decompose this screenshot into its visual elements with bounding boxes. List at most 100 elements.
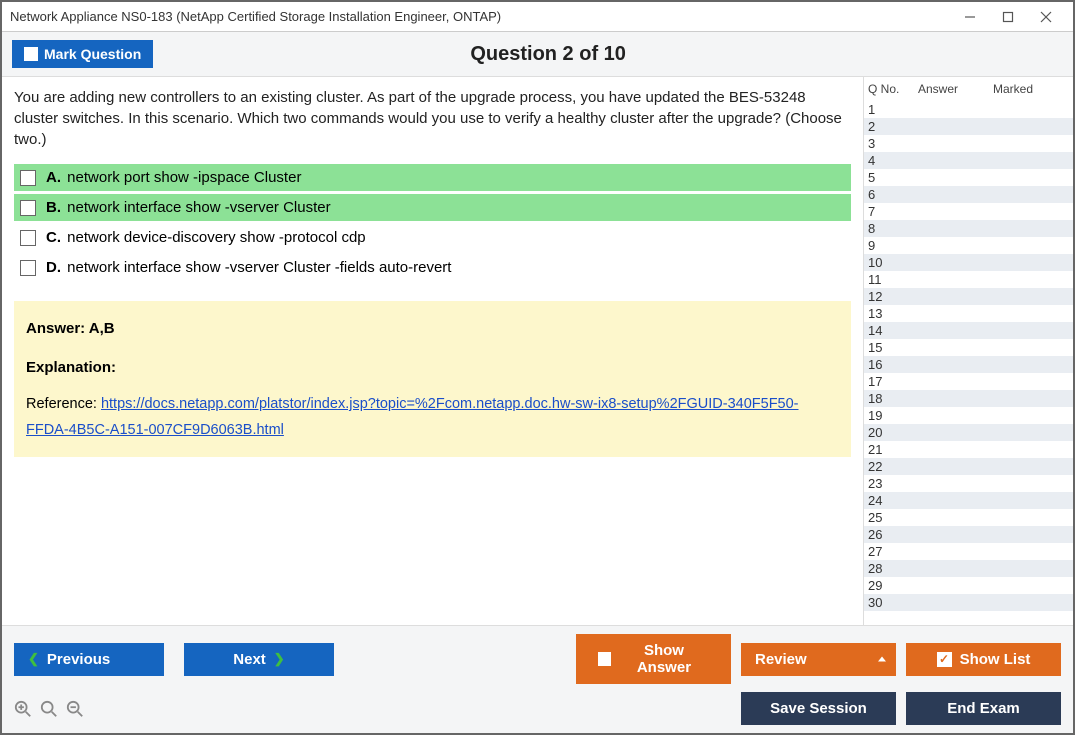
close-button[interactable] <box>1027 4 1065 30</box>
option-row[interactable]: B. network interface show -vserver Clust… <box>14 194 851 221</box>
save-session-button[interactable]: Save Session <box>741 692 896 725</box>
end-exam-label: End Exam <box>947 700 1020 717</box>
question-list[interactable]: 1234567891011121314151617181920212223242… <box>864 101 1073 625</box>
question-number: 28 <box>868 561 918 576</box>
zoom-reset-icon[interactable] <box>40 700 58 718</box>
minimize-button[interactable] <box>951 4 989 30</box>
question-list-row[interactable]: 24 <box>864 492 1073 509</box>
reference-prefix: Reference: <box>26 396 101 412</box>
question-list-row[interactable]: 27 <box>864 543 1073 560</box>
question-number: 22 <box>868 459 918 474</box>
question-list-row[interactable]: 12 <box>864 288 1073 305</box>
end-exam-button[interactable]: End Exam <box>906 692 1061 725</box>
option-body: network port show -ipspace Cluster <box>63 169 301 186</box>
question-list-row[interactable]: 18 <box>864 390 1073 407</box>
question-list-row[interactable]: 19 <box>864 407 1073 424</box>
question-list-row[interactable]: 16 <box>864 356 1073 373</box>
mark-question-label: Mark Question <box>44 46 141 62</box>
option-letter: D. <box>46 259 61 276</box>
option-text: A. network port show -ipspace Cluster <box>46 169 301 186</box>
zoom-controls <box>14 700 84 718</box>
question-number: 12 <box>868 289 918 304</box>
save-session-label: Save Session <box>770 700 867 717</box>
zoom-out-icon[interactable] <box>66 700 84 718</box>
next-button[interactable]: Next ❯ <box>184 643 334 676</box>
question-list-row[interactable]: 17 <box>864 373 1073 390</box>
question-list-row[interactable]: 22 <box>864 458 1073 475</box>
header-answer: Answer <box>918 82 993 96</box>
option-text: B. network interface show -vserver Clust… <box>46 199 331 216</box>
question-number: 2 <box>868 119 918 134</box>
question-list-row[interactable]: 13 <box>864 305 1073 322</box>
options-list: A. network port show -ipspace Cluster B. … <box>14 164 851 281</box>
option-checkbox[interactable] <box>20 170 36 186</box>
question-list-row[interactable]: 28 <box>864 560 1073 577</box>
question-list-row[interactable]: 20 <box>864 424 1073 441</box>
question-number: 8 <box>868 221 918 236</box>
question-list-row[interactable]: 15 <box>864 339 1073 356</box>
answer-box: Answer: A,B Explanation: Reference: http… <box>14 301 851 457</box>
app-window: Network Appliance NS0-183 (NetApp Certif… <box>0 0 1075 735</box>
question-list-row[interactable]: 8 <box>864 220 1073 237</box>
option-row[interactable]: D. network interface show -vserver Clust… <box>14 254 851 281</box>
question-number: 11 <box>868 272 918 287</box>
question-number: 3 <box>868 136 918 151</box>
option-text: D. network interface show -vserver Clust… <box>46 259 451 276</box>
checkbox-icon <box>24 47 38 61</box>
question-list-row[interactable]: 30 <box>864 594 1073 611</box>
review-button[interactable]: Review <box>741 643 896 676</box>
question-list-row[interactable]: 7 <box>864 203 1073 220</box>
question-list-row[interactable]: 9 <box>864 237 1073 254</box>
question-list-row[interactable]: 23 <box>864 475 1073 492</box>
question-list-row[interactable]: 4 <box>864 152 1073 169</box>
previous-label: Previous <box>47 651 110 668</box>
question-list-row[interactable]: 10 <box>864 254 1073 271</box>
option-row[interactable]: A. network port show -ipspace Cluster <box>14 164 851 191</box>
question-number: 29 <box>868 578 918 593</box>
question-number: 15 <box>868 340 918 355</box>
title-bar: Network Appliance NS0-183 (NetApp Certif… <box>2 2 1073 32</box>
question-list-row[interactable]: 6 <box>864 186 1073 203</box>
window-title: Network Appliance NS0-183 (NetApp Certif… <box>10 9 951 24</box>
previous-button[interactable]: ❮ Previous <box>14 643 164 676</box>
question-list-row[interactable]: 2 <box>864 118 1073 135</box>
question-number: 25 <box>868 510 918 525</box>
question-list-row[interactable]: 21 <box>864 441 1073 458</box>
answer-line: Answer: A,B <box>26 315 839 342</box>
question-list-row[interactable]: 29 <box>864 577 1073 594</box>
show-list-button[interactable]: ✓ Show List <box>906 643 1061 676</box>
review-label: Review <box>755 651 807 668</box>
question-pane: You are adding new controllers to an exi… <box>2 77 863 625</box>
reference-link[interactable]: https://docs.netapp.com/platstor/index.j… <box>26 396 799 438</box>
show-answer-button[interactable]: Show Answer <box>576 634 731 684</box>
option-letter: C. <box>46 229 61 246</box>
chevron-left-icon: ❮ <box>28 651 39 667</box>
question-number: 4 <box>868 153 918 168</box>
option-body: network device-discovery show -protocol … <box>63 229 366 246</box>
question-number: 9 <box>868 238 918 253</box>
option-checkbox[interactable] <box>20 230 36 246</box>
question-list-row[interactable]: 1 <box>864 101 1073 118</box>
main-area: You are adding new controllers to an exi… <box>2 77 1073 625</box>
question-list-row[interactable]: 3 <box>864 135 1073 152</box>
option-body: network interface show -vserver Cluster <box>63 199 331 216</box>
chevron-right-icon: ❯ <box>274 651 285 667</box>
question-list-row[interactable]: 14 <box>864 322 1073 339</box>
option-text: C. network device-discovery show -protoc… <box>46 229 366 246</box>
option-row[interactable]: C. network device-discovery show -protoc… <box>14 224 851 251</box>
option-checkbox[interactable] <box>20 260 36 276</box>
option-checkbox[interactable] <box>20 200 36 216</box>
question-counter: Question 2 of 10 <box>153 43 1063 66</box>
question-list-pane: Q No. Answer Marked 12345678910111213141… <box>863 77 1073 625</box>
question-list-row[interactable]: 11 <box>864 271 1073 288</box>
question-list-row[interactable]: 25 <box>864 509 1073 526</box>
question-number: 5 <box>868 170 918 185</box>
option-letter: A. <box>46 169 61 186</box>
question-number: 17 <box>868 374 918 389</box>
maximize-button[interactable] <box>989 4 1027 30</box>
mark-question-button[interactable]: Mark Question <box>12 40 153 68</box>
show-answer-label: Show Answer <box>619 642 709 676</box>
question-list-row[interactable]: 5 <box>864 169 1073 186</box>
question-list-row[interactable]: 26 <box>864 526 1073 543</box>
zoom-in-icon[interactable] <box>14 700 32 718</box>
